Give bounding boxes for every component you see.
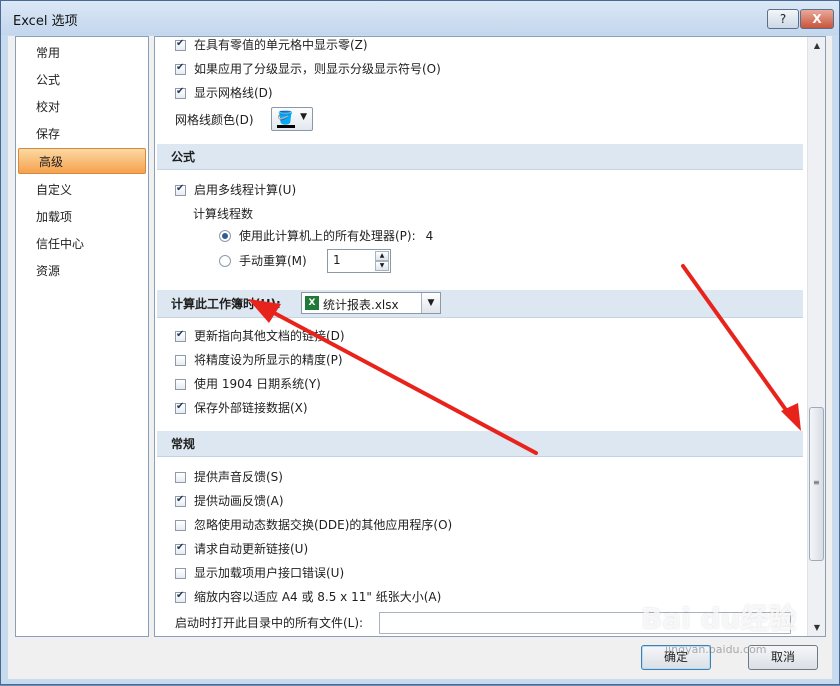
annotation-overlay xyxy=(248,264,801,455)
arrow-to-scrollbar-shaft xyxy=(681,264,793,419)
annotation-arrows xyxy=(248,264,801,455)
arrow-to-workbook-calc-head xyxy=(248,299,281,323)
arrow-to-workbook-calc-shaft xyxy=(261,305,538,455)
excel-options-dialog: Excel 选项 ? X 常用 公式 校对 保存 高级 自定义 加载项 信任中心… xyxy=(0,0,840,685)
